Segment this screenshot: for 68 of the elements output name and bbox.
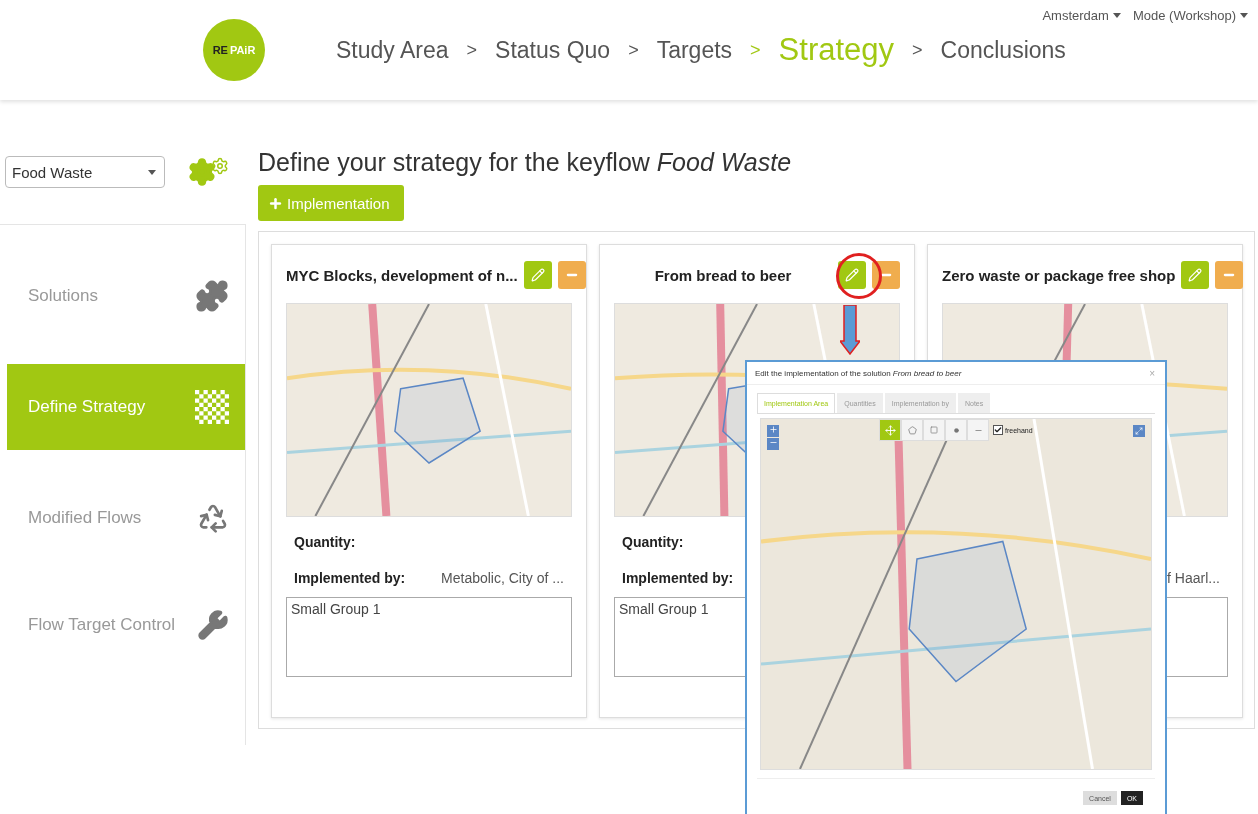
sidebar-item[interactable]: Modified Flows — [7, 479, 245, 557]
step-separator: > — [750, 39, 761, 61]
down-arrow — [840, 305, 860, 355]
point-icon — [953, 427, 959, 433]
puzzle-icon — [195, 279, 229, 313]
step-separator: > — [912, 39, 923, 61]
draw-tool-button[interactable] — [901, 419, 923, 441]
expand-icon — [1135, 427, 1143, 435]
caret-icon — [1112, 13, 1121, 18]
quantity-label: Quantity: — [622, 534, 684, 550]
wrench-icon — [197, 609, 229, 641]
highlight-circle — [836, 253, 882, 299]
draw-tool-button[interactable] — [945, 419, 967, 441]
notes-field[interactable]: Small Group 1 — [286, 597, 572, 677]
sidebar-item[interactable]: Define Strategy — [7, 364, 245, 450]
caret-icon — [1240, 13, 1248, 18]
step-separator: > — [628, 39, 639, 61]
check-icon — [994, 426, 1002, 434]
edit-button[interactable] — [838, 261, 866, 289]
sidebar-label: Define Strategy — [28, 397, 146, 417]
dialog-title: Edit the implementation of the solution From bread to beer — [755, 368, 962, 378]
step-separator: > — [466, 39, 478, 61]
pencil-icon — [1188, 268, 1203, 282]
step-link[interactable]: Study Area — [336, 36, 449, 64]
sidebar-label: Flow Target Control — [28, 615, 176, 635]
implemented-by-label: Implemented by: — [622, 570, 734, 586]
zoom-in-button[interactable] — [767, 425, 779, 437]
sidebar-label: Solutions — [28, 286, 98, 306]
pencil-icon — [530, 268, 545, 282]
edit-button[interactable] — [1181, 261, 1210, 289]
card-title: MYC Blocks, development of n... — [286, 266, 518, 284]
pencil-icon — [845, 268, 859, 282]
keyflow-select[interactable]: Food Waste — [5, 156, 165, 188]
step-link[interactable]: Targets — [656, 36, 733, 64]
dropdown-menu[interactable]: Mode (Workshop) — [1132, 8, 1248, 23]
edit-button[interactable] — [523, 261, 552, 289]
recycle-icon — [197, 502, 229, 534]
quantity-label: Quantity: — [294, 534, 356, 550]
sidebar-label: Modified Flows — [28, 508, 142, 528]
caret-icon — [148, 169, 156, 175]
fullscreen-button[interactable] — [1133, 425, 1145, 437]
implemented-by-label: Implemented by: — [294, 570, 406, 586]
checkerboard-icon — [195, 390, 229, 424]
card-title: From bread to beer — [653, 266, 793, 284]
logo: RE PAiR — [203, 19, 265, 81]
dropdown-menu[interactable]: Amsterdam — [1042, 8, 1121, 23]
sidebar-item[interactable]: Solutions — [7, 257, 245, 335]
remove-button[interactable] — [872, 261, 900, 289]
implemented-by-value: Metabolic, City of ... — [441, 570, 564, 586]
polygon-icon — [907, 425, 917, 435]
add-implementation-button[interactable]: Implementation — [258, 185, 404, 221]
draw-tool-button[interactable] — [923, 419, 945, 441]
rectangle-icon — [930, 426, 938, 434]
close-button[interactable]: × — [1149, 367, 1155, 379]
zoom-out-button[interactable] — [767, 438, 779, 450]
page-title: Define your strategy for the keyflow Food Waste — [258, 148, 793, 177]
step-link[interactable]: Status Quo — [495, 36, 611, 64]
implemented-by-value: f Haarl... — [1167, 570, 1220, 586]
freehand-checkbox[interactable] — [993, 425, 1003, 435]
draw-tool-button[interactable] — [879, 419, 901, 441]
step-link[interactable]: Strategy — [778, 32, 895, 68]
step-link[interactable]: Conclusions — [940, 36, 1066, 64]
sidebar-item[interactable]: Flow Target Control — [7, 586, 245, 664]
card-title: Zero waste or package free shop — [942, 266, 1176, 284]
plus-icon — [768, 425, 778, 434]
plus-icon — [268, 195, 283, 211]
move-icon — [884, 424, 896, 436]
gears-icon — [187, 157, 229, 187]
